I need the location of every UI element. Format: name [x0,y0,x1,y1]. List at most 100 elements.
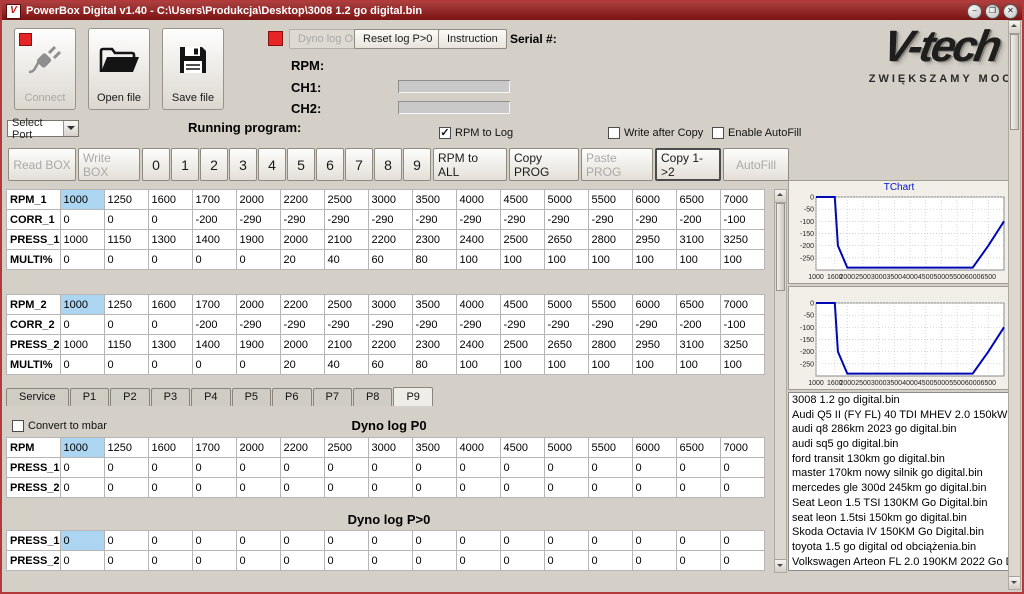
value-cell[interactable]: 0 [456,478,500,498]
value-cell[interactable]: 0 [236,531,280,551]
value-cell[interactable]: 5000 [544,438,588,458]
tab[interactable]: P6 [272,388,311,406]
autofill-button[interactable]: AutoFill [723,148,789,181]
value-cell[interactable]: 0 [676,531,720,551]
value-cell[interactable]: 0 [412,478,456,498]
value-cell[interactable]: -290 [456,315,500,335]
value-cell[interactable]: -290 [236,210,280,230]
value-cell[interactable]: 3100 [676,335,720,355]
file-list-item[interactable]: Volkswagen Arteon FL 2.0 190KM 2022 Go D… [789,555,1009,570]
value-cell[interactable]: 100 [632,250,676,270]
value-cell[interactable]: 7000 [720,190,764,210]
value-cell[interactable]: 4000 [456,438,500,458]
value-cell[interactable]: 0 [60,355,104,375]
value-cell[interactable]: 2500 [324,295,368,315]
value-cell[interactable]: 3500 [412,190,456,210]
value-cell[interactable]: -100 [720,210,764,230]
connect-button[interactable]: Connect [14,28,76,110]
value-cell[interactable]: 0 [544,551,588,571]
value-cell[interactable]: 100 [720,355,764,375]
value-cell[interactable]: -290 [280,315,324,335]
tab[interactable]: P2 [110,388,149,406]
tab[interactable]: P8 [353,388,392,406]
value-cell[interactable]: 5500 [588,438,632,458]
value-cell[interactable]: 7000 [720,295,764,315]
value-cell[interactable]: 2800 [588,335,632,355]
value-cell[interactable]: 3500 [412,438,456,458]
tab[interactable]: P9 [393,387,432,406]
value-cell[interactable]: 3500 [412,295,456,315]
value-cell[interactable]: 0 [632,478,676,498]
scroll-thumb[interactable] [776,203,785,291]
value-cell[interactable]: 0 [544,458,588,478]
value-cell[interactable]: 1600 [148,438,192,458]
value-cell[interactable]: 0 [456,458,500,478]
value-cell[interactable]: 3250 [720,335,764,355]
value-cell[interactable]: 0 [236,250,280,270]
maximize-button[interactable]: ❐ [985,4,1000,19]
value-cell[interactable]: 0 [412,531,456,551]
value-cell[interactable]: 0 [236,478,280,498]
value-cell[interactable]: 0 [148,551,192,571]
value-cell[interactable]: 0 [104,250,148,270]
value-cell[interactable]: 100 [676,250,720,270]
value-cell[interactable]: 1700 [192,295,236,315]
file-list-item[interactable]: Skoda Octavia IV 150KM Go Digital.bin [789,525,1009,540]
value-cell[interactable]: -290 [412,210,456,230]
value-cell[interactable]: 0 [60,551,104,571]
value-cell[interactable]: -290 [236,315,280,335]
value-cell[interactable]: 0 [236,355,280,375]
value-cell[interactable]: -290 [324,210,368,230]
value-cell[interactable]: 0 [544,531,588,551]
rpm-to-log-checkbox[interactable]: ✓ RPM to Log [439,127,513,139]
value-cell[interactable]: 0 [500,551,544,571]
value-cell[interactable]: -290 [632,210,676,230]
value-cell[interactable]: 100 [544,250,588,270]
value-cell[interactable]: 100 [588,250,632,270]
enable-autofill-checkbox[interactable]: Enable AutoFill [712,127,801,139]
value-cell[interactable]: -290 [456,210,500,230]
value-cell[interactable]: 5500 [588,190,632,210]
value-cell[interactable]: 1300 [148,335,192,355]
value-cell[interactable]: 2800 [588,230,632,250]
value-cell[interactable]: 100 [676,355,720,375]
value-cell[interactable]: -200 [192,315,236,335]
value-cell[interactable]: -290 [280,210,324,230]
rpm-to-all-button[interactable]: RPM to ALL [433,148,507,181]
value-cell[interactable]: 0 [148,478,192,498]
value-cell[interactable]: 0 [720,458,764,478]
file-list-item[interactable]: Seat Leon 1.5 TSI 130KM Go Digital.bin [789,496,1009,511]
value-cell[interactable]: 0 [192,551,236,571]
value-cell[interactable]: 1600 [148,295,192,315]
file-list-item[interactable]: Audi Q5 II (FY FL) 40 TDI MHEV 2.0 150kW… [789,408,1009,423]
value-cell[interactable]: 0 [456,531,500,551]
value-cell[interactable]: 3250 [720,230,764,250]
scroll-up-icon[interactable] [1009,21,1020,34]
digit-button[interactable]: 2 [200,148,228,181]
value-cell[interactable]: 0 [588,478,632,498]
copy-1-to-2-button[interactable]: Copy 1->2 [655,148,721,181]
dropdown-arrow-icon[interactable] [63,121,78,136]
value-cell[interactable]: 1000 [60,190,104,210]
value-cell[interactable]: 0 [60,478,104,498]
value-cell[interactable]: 0 [60,250,104,270]
value-cell[interactable]: 0 [588,551,632,571]
value-cell[interactable]: 2100 [324,230,368,250]
value-cell[interactable]: 1250 [104,190,148,210]
file-list-item[interactable]: mercedes gle 300d 245km go digital.bin [789,481,1009,496]
value-cell[interactable]: 6500 [676,190,720,210]
value-cell[interactable]: 1400 [192,230,236,250]
value-cell[interactable]: 0 [60,531,104,551]
value-cell[interactable]: 1400 [192,335,236,355]
value-cell[interactable]: 0 [148,210,192,230]
value-cell[interactable]: 1000 [60,335,104,355]
value-cell[interactable]: -290 [500,210,544,230]
read-box-button[interactable]: Read BOX [8,148,76,181]
value-cell[interactable]: -290 [500,315,544,335]
value-cell[interactable]: 0 [500,478,544,498]
value-cell[interactable]: 1250 [104,438,148,458]
value-cell[interactable]: 100 [500,250,544,270]
value-cell[interactable]: 2200 [368,335,412,355]
value-cell[interactable]: 0 [720,551,764,571]
digit-button[interactable]: 8 [374,148,402,181]
